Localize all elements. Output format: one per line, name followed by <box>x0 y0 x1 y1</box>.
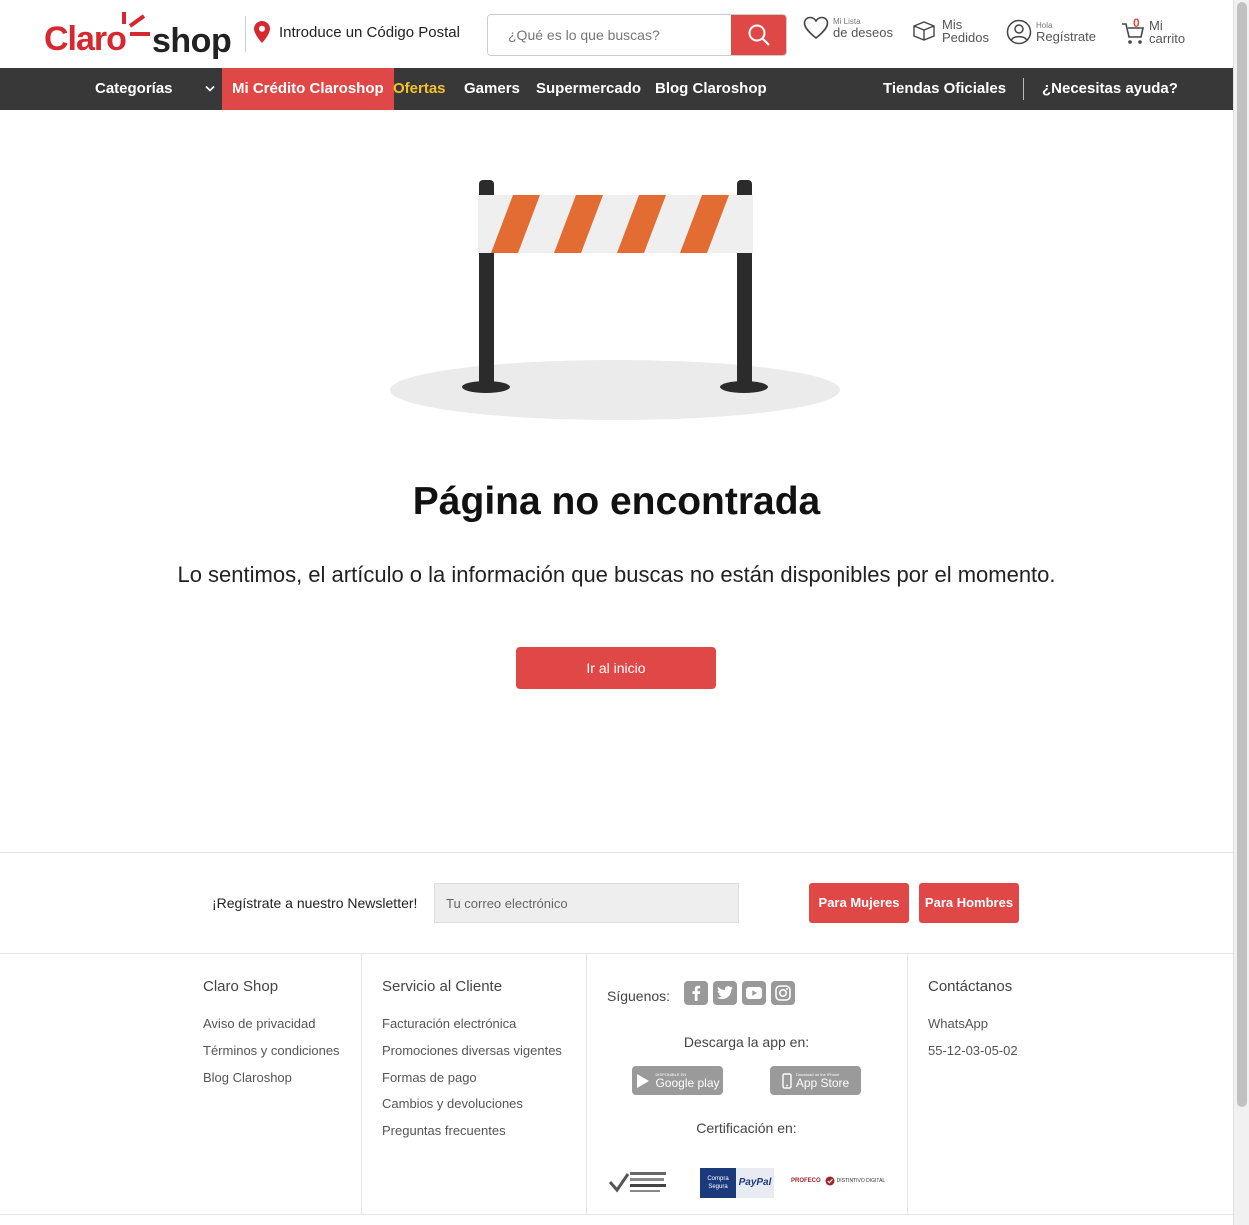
paypal-secure-label: Compra Segura <box>700 1168 736 1198</box>
wishlist-label: de deseos <box>833 24 893 40</box>
google-play-button[interactable]: DISPONIBLE EN Google play <box>632 1066 723 1095</box>
nav-categories[interactable]: Categorías <box>95 68 220 110</box>
footer-link-faq[interactable]: Preguntas frecuentes <box>382 1123 506 1138</box>
orders-label: Pedidos <box>942 30 989 45</box>
paypal-badge[interactable]: Compra Segura PayPal <box>700 1168 774 1198</box>
vertical-scrollbar[interactable] <box>1233 0 1249 1225</box>
profeco-digital-label: DISTINTIVO DIGITAL <box>836 1178 886 1184</box>
youtube-icon[interactable] <box>742 981 766 1005</box>
orders-link[interactable]: Mis Pedidos <box>912 18 989 44</box>
footer-contact-phone[interactable]: 55-12-03-05-02 <box>928 1043 1018 1058</box>
nav-blog[interactable]: Blog Claroshop <box>655 68 767 110</box>
search-icon <box>748 24 770 46</box>
nav-credit[interactable]: Mi Crédito Claroshop <box>222 68 394 110</box>
footer-link-terms[interactable]: Términos y condiciones <box>203 1043 340 1058</box>
profeco-label: PROFECO <box>791 1178 821 1184</box>
app-store-label: App Store <box>795 1075 850 1090</box>
facebook-icon[interactable] <box>684 981 708 1005</box>
footer-customer-service-title: Servicio al Cliente <box>382 978 503 995</box>
footer-bottom-border <box>0 1214 1233 1215</box>
phone-icon <box>782 1072 792 1089</box>
footer-link-privacy[interactable]: Aviso de privacidad <box>203 1016 316 1031</box>
search-input[interactable] <box>488 15 731 55</box>
google-play-label: Google play <box>655 1075 720 1090</box>
search-bar <box>487 14 787 56</box>
site-footer: Claro Shop Aviso de privacidad Términos … <box>0 954 1233 1214</box>
page: Claro shop Introduce un Código Postal ¿Q… <box>0 0 1233 1225</box>
nav-divider <box>1023 78 1024 100</box>
twitter-icon[interactable] <box>713 981 737 1005</box>
nav-gamers[interactable]: Gamers <box>464 68 520 110</box>
footer-link-promotions[interactable]: Promociones diversas vigentes <box>382 1043 562 1058</box>
footer-link-invoicing[interactable]: Facturación electrónica <box>382 1016 516 1031</box>
profeco-badge[interactable]: PROFECO DISTINTIVO DIGITAL <box>791 1176 885 1186</box>
page-title: Página no encontrada <box>412 480 821 523</box>
follow-us-label: Síguenos: <box>607 988 671 1004</box>
play-store-icon <box>637 1073 650 1088</box>
go-home-button[interactable]: Ir al inicio <box>516 647 716 689</box>
footer-link-returns[interactable]: Cambios y devoluciones <box>382 1096 523 1111</box>
road-barrier-illustration <box>390 180 840 420</box>
nav-supermarket[interactable]: Supermercado <box>536 68 641 110</box>
nav-official-stores[interactable]: Tiendas Oficiales <box>883 68 1006 110</box>
header-divider <box>245 16 246 52</box>
download-app-label: Descarga la app en: <box>683 1034 810 1050</box>
user-icon <box>1006 19 1032 45</box>
certification-label: Certificación en: <box>696 1120 797 1136</box>
instagram-icon[interactable] <box>771 981 795 1005</box>
check-badge-icon <box>825 1176 835 1186</box>
postal-code-selector[interactable]: Introduce un Código Postal <box>253 20 460 44</box>
location-pin-icon <box>254 21 270 43</box>
claroshop-logo[interactable]: Claro shop <box>44 12 232 60</box>
footer-link-payment-methods[interactable]: Formas de pago <box>382 1070 477 1085</box>
cart-label: carrito <box>1149 31 1186 46</box>
newsletter-men-button[interactable]: Para Hombres <box>919 883 1019 923</box>
newsletter-email-input[interactable] <box>434 883 739 923</box>
account-label: Regístrate <box>1036 28 1096 44</box>
scrollbar-thumb[interactable] <box>1237 2 1247 1107</box>
account-link[interactable]: Hola Regístrate <box>1006 19 1096 45</box>
wishlist-link[interactable]: Mi Lista de deseos <box>803 16 893 40</box>
nav-categories-label: Categorías <box>95 80 173 97</box>
app-store-button[interactable]: Download on the iPhone App Store <box>770 1066 861 1095</box>
footer-contact-whatsapp[interactable]: WhatsApp <box>928 1016 988 1031</box>
newsletter-section: ¡Regístrate a nuestro Newsletter! Para M… <box>0 852 1233 954</box>
cart-count-badge: 0 <box>1133 16 1140 30</box>
nav-offers[interactable]: Ofertas <box>393 68 446 110</box>
paypal-label: PayPal <box>736 1168 774 1198</box>
footer-link-blog[interactable]: Blog Claroshop <box>203 1070 292 1085</box>
main-navigation: Categorías Mi Crédito Claroshop Ofertas … <box>0 68 1233 110</box>
search-button[interactable] <box>731 15 786 55</box>
logo-claro-text: Claro <box>44 20 127 58</box>
trust-seal-logo[interactable] <box>608 1168 668 1198</box>
package-icon <box>913 21 935 41</box>
cart-link[interactable]: 0 Mi carrito <box>1121 16 1186 46</box>
footer-divider <box>907 954 908 1214</box>
footer-claroshop-title: Claro Shop <box>203 978 279 995</box>
error-message: Lo sentimos, el artículo o la informació… <box>177 562 1056 587</box>
footer-divider <box>586 954 587 1214</box>
newsletter-label: ¡Regístrate a nuestro Newsletter! <box>212 895 418 911</box>
newsletter-women-button[interactable]: Para Mujeres <box>809 883 909 923</box>
nav-help[interactable]: ¿Necesitas ayuda? <box>1042 68 1178 110</box>
postal-code-label: Introduce un Código Postal <box>279 23 460 41</box>
site-header: Claro shop Introduce un Código Postal ¿Q… <box>0 0 1233 68</box>
chevron-down-icon <box>205 85 215 92</box>
footer-divider <box>361 954 362 1214</box>
logo-shop-text: shop <box>152 22 232 60</box>
heart-icon <box>803 16 829 40</box>
footer-contact-title: Contáctanos <box>928 978 1013 995</box>
